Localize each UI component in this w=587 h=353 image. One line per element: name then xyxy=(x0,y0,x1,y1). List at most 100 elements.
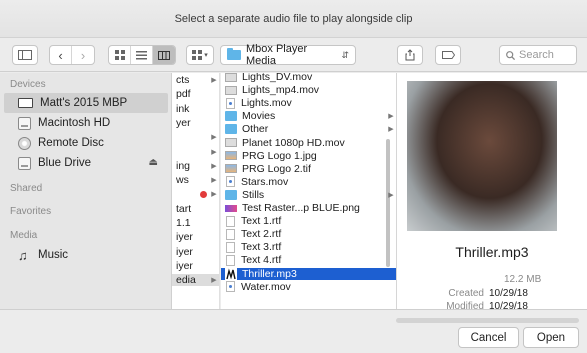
list-item[interactable]: Lights_DV.mov xyxy=(221,73,396,83)
location-popup[interactable]: Mbox Player Media ⇵ xyxy=(220,43,356,67)
list-item-label: Text 1.rtf xyxy=(241,215,282,228)
devices-header: Devices xyxy=(10,79,46,90)
column-files: Lights_DV.mov Lights_mp4.mov Lights.mov Mov… xyxy=(221,73,396,309)
list-item[interactable]: ws ▶ xyxy=(172,174,219,186)
preview-size: 12.2 MB xyxy=(504,274,542,285)
list-item[interactable]: ing ▶ xyxy=(172,160,219,172)
list-item[interactable]: iyer xyxy=(172,231,219,243)
list-item[interactable]: 1.1 xyxy=(172,217,219,229)
search-placeholder: Search xyxy=(519,49,554,61)
disclosure-arrow-icon: ▶ xyxy=(388,113,394,121)
list-item[interactable]: ink xyxy=(172,103,219,115)
list-item[interactable]: cts ▶ xyxy=(172,74,219,86)
list-item[interactable]: Thriller.mp3 xyxy=(221,267,396,280)
list-item-label: tart xyxy=(176,202,192,215)
list-item[interactable]: Planet 1080p HD.mov xyxy=(221,137,396,149)
forward-button[interactable]: › xyxy=(72,46,94,64)
list-item-label: Thriller.mp3 xyxy=(242,267,297,280)
hard-drive-icon xyxy=(18,156,31,170)
sidebar-item-remote-disc[interactable]: Remote Disc xyxy=(4,133,168,153)
list-item[interactable]: ▶ xyxy=(172,146,219,158)
album-art-thumbnail xyxy=(407,81,557,231)
list-item[interactable]: pdf xyxy=(172,88,219,100)
list-item-label: cts xyxy=(176,74,190,86)
list-item-label: 1.1 xyxy=(176,217,191,229)
sidebar: Devices Matt's 2015 MBP Macintosh HD Rem… xyxy=(0,73,172,309)
list-item[interactable]: Water.mov xyxy=(221,281,396,293)
list-item-label: Lights_DV.mov xyxy=(242,73,313,83)
list-item-label: ing xyxy=(176,159,191,172)
sidebar-item-macintosh-hd[interactable]: Macintosh HD xyxy=(4,113,168,133)
list-item[interactable]: PRG Logo 2.tif xyxy=(221,163,396,175)
arrange-button[interactable]: ▾ xyxy=(186,45,214,65)
list-item[interactable]: yer xyxy=(172,117,219,129)
music-note-icon: ♫ xyxy=(18,247,28,263)
list-item[interactable]: Other ▶ xyxy=(221,123,396,135)
back-button[interactable]: ‹ xyxy=(50,46,72,64)
file-icon xyxy=(225,85,237,95)
list-item[interactable]: Text 4.rtf xyxy=(221,254,396,266)
list-item[interactable]: iyer xyxy=(172,260,219,272)
sidebar-item-label: Matt's 2015 MBP xyxy=(40,97,128,109)
updown-chevron-icon: ⇵ xyxy=(341,49,349,60)
file-icon xyxy=(226,215,235,227)
list-item-label: PRG Logo 2.tif xyxy=(242,162,311,175)
list-item[interactable]: ▶ xyxy=(172,131,219,143)
list-item-label: Water.mov xyxy=(241,280,291,293)
search-field[interactable]: Search xyxy=(499,45,577,65)
icon-view-button[interactable] xyxy=(109,46,131,64)
column-view-button[interactable] xyxy=(153,46,175,64)
list-item[interactable]: edia ▶ xyxy=(172,274,219,287)
list-item[interactable]: Test Raster...p BLUE.png xyxy=(221,202,396,214)
list-item[interactable]: PRG Logo 1.jpg xyxy=(221,150,396,162)
folder-icon xyxy=(225,111,237,122)
shared-header: Shared xyxy=(10,183,43,194)
sidebar-item-matts-mbp[interactable]: Matt's 2015 MBP xyxy=(4,93,168,113)
open-button[interactable]: Open xyxy=(523,327,579,348)
columns-icon xyxy=(158,50,170,60)
list-item-label: pdf xyxy=(176,88,191,101)
list-item[interactable]: Text 1.rtf xyxy=(221,215,396,227)
dialog-footer: Cancel Open xyxy=(0,309,587,353)
search-icon xyxy=(506,50,515,60)
chevron-right-icon: › xyxy=(80,47,86,63)
back-forward-group: ‹ › xyxy=(49,45,95,65)
list-item[interactable]: Stills ▶ xyxy=(221,189,396,201)
file-icon xyxy=(226,241,235,253)
list-item[interactable]: Text 2.rtf xyxy=(221,228,396,240)
chevron-down-icon: ▾ xyxy=(204,52,208,59)
share-icon xyxy=(405,49,415,61)
sidebar-toggle-button[interactable] xyxy=(12,45,38,65)
sidebar-item-blue-drive[interactable]: Blue Drive ⏏ xyxy=(4,153,168,173)
arrange-icon xyxy=(192,50,203,60)
horizontal-scrollbar[interactable] xyxy=(396,318,579,323)
list-view-button[interactable] xyxy=(131,46,153,64)
sidebar-item-music[interactable]: ♫ Music xyxy=(4,245,168,265)
favorites-header: Favorites xyxy=(10,206,52,217)
share-button[interactable] xyxy=(397,45,423,65)
cancel-button[interactable]: Cancel xyxy=(458,327,519,348)
list-item[interactable]: Lights_mp4.mov xyxy=(221,84,396,96)
file-icon xyxy=(225,73,237,82)
grid-icon xyxy=(114,50,125,60)
sidebar-item-label: Blue Drive xyxy=(38,157,92,169)
color-tag-icon xyxy=(200,190,207,198)
list-item-label: Text 2.rtf xyxy=(241,228,282,241)
list-item[interactable]: Movies ▶ xyxy=(221,110,396,122)
list-item[interactable]: tart xyxy=(172,203,219,215)
list-item[interactable]: iyer xyxy=(172,246,219,258)
disclosure-arrow-icon: ▶ xyxy=(211,77,217,84)
tags-button[interactable] xyxy=(435,45,461,65)
disclosure-arrow-icon: ▶ xyxy=(211,191,217,199)
disclosure-arrow-icon: ▶ xyxy=(388,191,394,199)
file-icon xyxy=(225,151,237,161)
disclosure-arrow-icon: ▶ xyxy=(211,177,217,185)
disclosure-arrow-icon: ▶ xyxy=(211,148,217,156)
list-item[interactable]: Text 3.rtf xyxy=(221,241,396,253)
eject-icon[interactable]: ⏏ xyxy=(149,157,158,168)
list-item[interactable]: Stars.mov xyxy=(221,176,396,188)
list-item[interactable]: ▶ xyxy=(172,188,219,200)
list-item-label: iyer xyxy=(176,245,193,258)
music-file-icon xyxy=(225,267,237,280)
list-item[interactable]: Lights.mov xyxy=(221,97,396,109)
